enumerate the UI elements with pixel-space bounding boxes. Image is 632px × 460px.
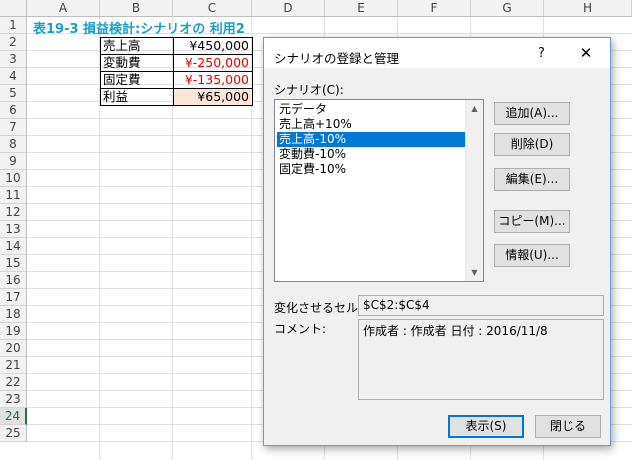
column-header-a[interactable]: A (27, 0, 100, 17)
info-button[interactable]: 情報(U)... (494, 244, 570, 267)
select-all-corner[interactable] (0, 0, 27, 17)
row-header[interactable]: 15 (0, 255, 27, 272)
sheet-title[interactable]: 表19-3 損益検計:シナリオの 利用2 (33, 18, 245, 37)
scenario-list[interactable]: 元データ 売上高+10% 売上高-10% 変動費-10% 固定費-10% ▲ ▼ (274, 99, 484, 282)
cell-c3[interactable]: ¥-250,000 (173, 54, 253, 72)
column-header-b[interactable]: B (100, 0, 173, 17)
row-header[interactable]: 13 (0, 221, 27, 238)
help-button[interactable]: ? (538, 46, 545, 61)
column-header-g[interactable]: G (471, 0, 544, 17)
row-header[interactable]: 25 (0, 425, 27, 442)
row-header[interactable]: 6 (0, 102, 27, 119)
scenario-item[interactable]: 変動費-10% (277, 147, 467, 162)
scenario-list-label: シナリオ(C): (274, 83, 344, 97)
column-header-c[interactable]: C (173, 0, 252, 17)
row-header[interactable]: 14 (0, 238, 27, 255)
scroll-down-icon[interactable]: ▼ (466, 264, 483, 281)
comment-label: コメント: (274, 322, 327, 336)
scenario-item-selected[interactable]: 売上高-10% (277, 132, 467, 147)
row-header[interactable]: 9 (0, 153, 27, 170)
list-scrollbar[interactable]: ▲ ▼ (465, 100, 483, 281)
row-header[interactable]: 19 (0, 323, 27, 340)
row-header[interactable]: 12 (0, 204, 27, 221)
cell-c5[interactable]: ¥65,000 (173, 88, 253, 106)
row-header[interactable]: 23 (0, 391, 27, 408)
cell-c4[interactable]: ¥-135,000 (173, 71, 253, 89)
row-header[interactable]: 18 (0, 306, 27, 323)
comment-field[interactable]: 作成者 : 作成者 日付 : 2016/11/8 (358, 319, 604, 400)
row-header[interactable]: 5 (0, 85, 27, 102)
cell-b3[interactable]: 変動費 (100, 54, 174, 72)
column-header-f[interactable]: F (398, 0, 471, 17)
scenario-item[interactable]: 売上高+10% (277, 117, 467, 132)
changing-cells-field[interactable]: $C$2:$C$4 (358, 295, 604, 316)
row-header[interactable]: 20 (0, 340, 27, 357)
changing-cells-label: 変化させるセル: (274, 301, 363, 315)
close-button[interactable]: 閉じる (535, 415, 601, 438)
row-header[interactable]: 22 (0, 374, 27, 391)
row-header[interactable]: 24 (0, 408, 27, 425)
cell-b2[interactable]: 売上高 (100, 37, 174, 55)
row-header[interactable]: 1 (0, 17, 27, 34)
row-header[interactable]: 16 (0, 272, 27, 289)
cell-c2[interactable]: ¥450,000 (173, 37, 253, 55)
column-header-h[interactable]: H (544, 0, 632, 17)
row-header[interactable]: 17 (0, 289, 27, 306)
row-header[interactable]: 21 (0, 357, 27, 374)
row-header[interactable]: 4 (0, 68, 27, 85)
scenario-item[interactable]: 固定費-10% (277, 162, 467, 177)
row-header[interactable]: 7 (0, 119, 27, 136)
edit-button[interactable]: 編集(E)... (494, 168, 570, 191)
row-header[interactable]: 2 (0, 34, 27, 51)
cell-b4[interactable]: 固定費 (100, 71, 174, 89)
delete-button[interactable]: 削除(D) (494, 133, 570, 156)
row-header[interactable]: 3 (0, 51, 27, 68)
copy-button[interactable]: コピー(M)... (494, 210, 570, 233)
row-header[interactable]: 11 (0, 187, 27, 204)
close-icon[interactable]: ✕ (574, 42, 598, 64)
scenario-manager-dialog: シナリオの登録と管理 ? ✕ シナリオ(C): 元データ 売上高+10% 売上高… (263, 37, 611, 446)
row-header[interactable]: 8 (0, 136, 27, 153)
column-header-d[interactable]: D (252, 0, 325, 17)
column-header-e[interactable]: E (325, 0, 398, 17)
scroll-up-icon[interactable]: ▲ (466, 100, 483, 117)
add-button[interactable]: 追加(A)... (494, 102, 570, 125)
row-header[interactable]: 10 (0, 170, 27, 187)
show-button[interactable]: 表示(S) (448, 415, 524, 438)
dialog-body: シナリオ(C): 元データ 売上高+10% 売上高-10% 変動費-10% 固定… (264, 68, 610, 445)
dialog-title: シナリオの登録と管理 (274, 51, 400, 66)
cell-b5[interactable]: 利益 (100, 88, 174, 106)
scenario-item[interactable]: 元データ (277, 102, 467, 117)
